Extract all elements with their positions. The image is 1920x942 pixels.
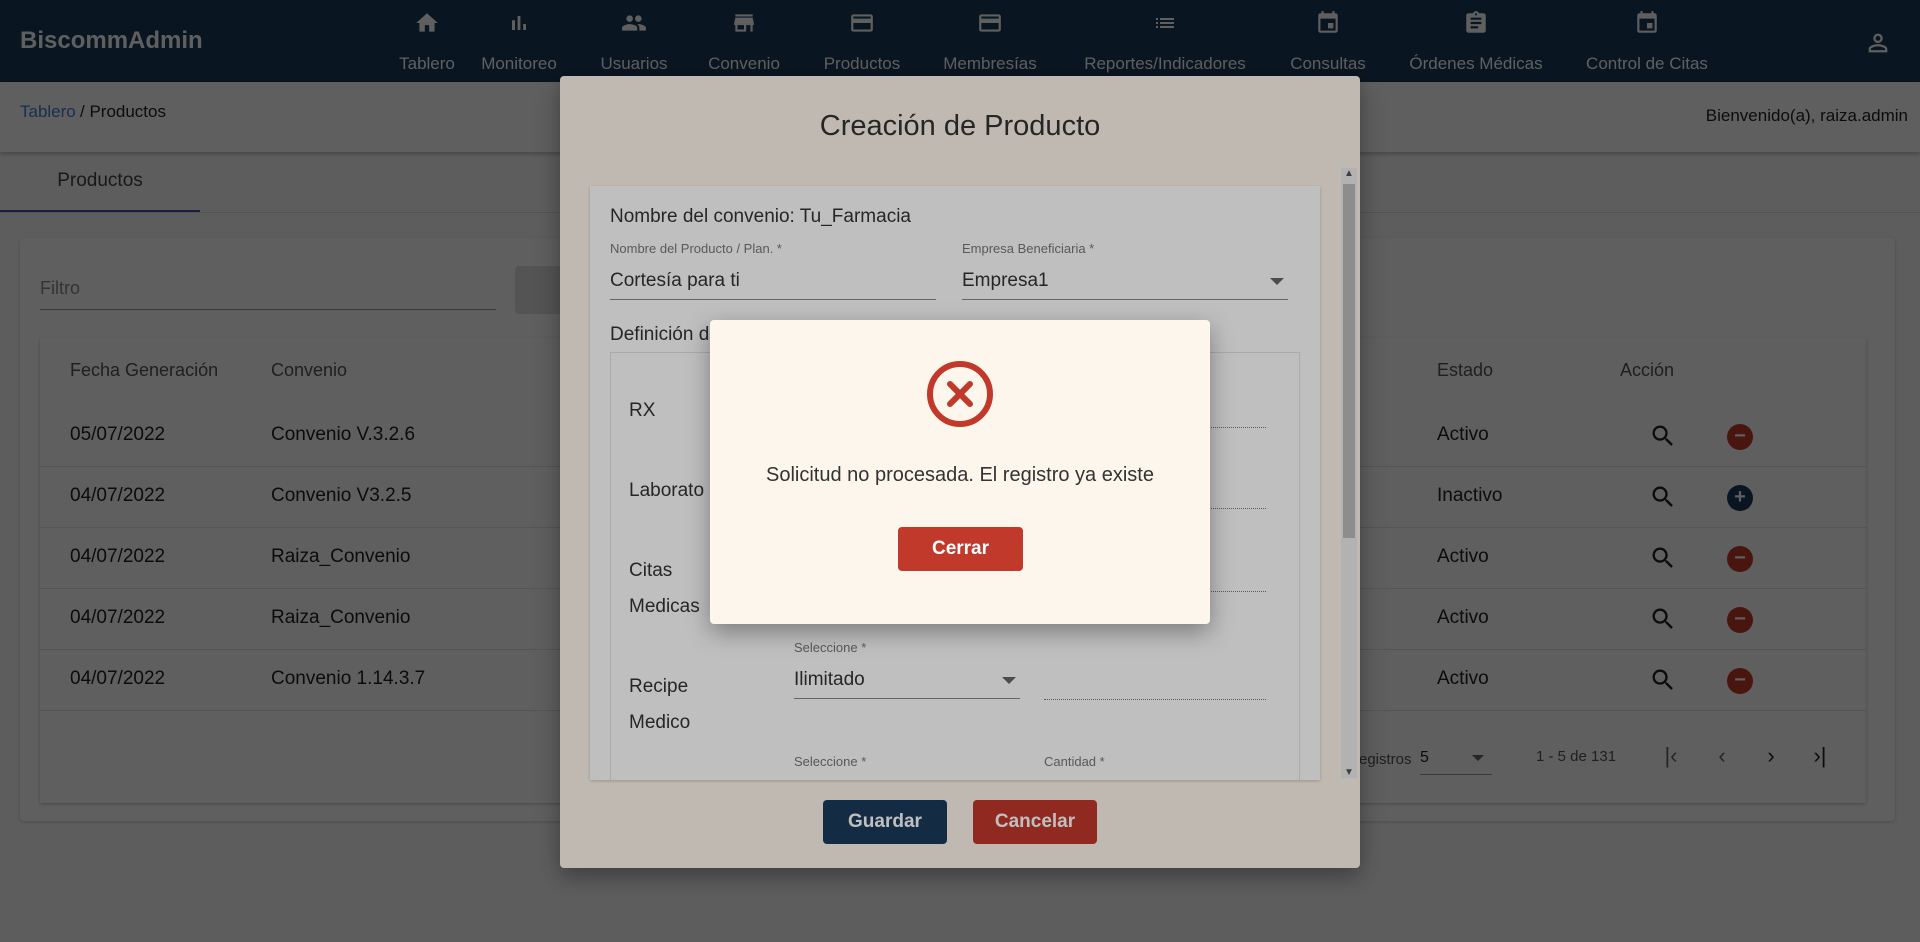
error-circle-icon xyxy=(926,360,994,433)
error-alert: Solicitud no procesada. El registro ya e… xyxy=(710,320,1210,624)
alert-message: Solicitud no procesada. El registro ya e… xyxy=(766,464,1154,486)
close-button[interactable]: Cerrar xyxy=(898,527,1023,571)
